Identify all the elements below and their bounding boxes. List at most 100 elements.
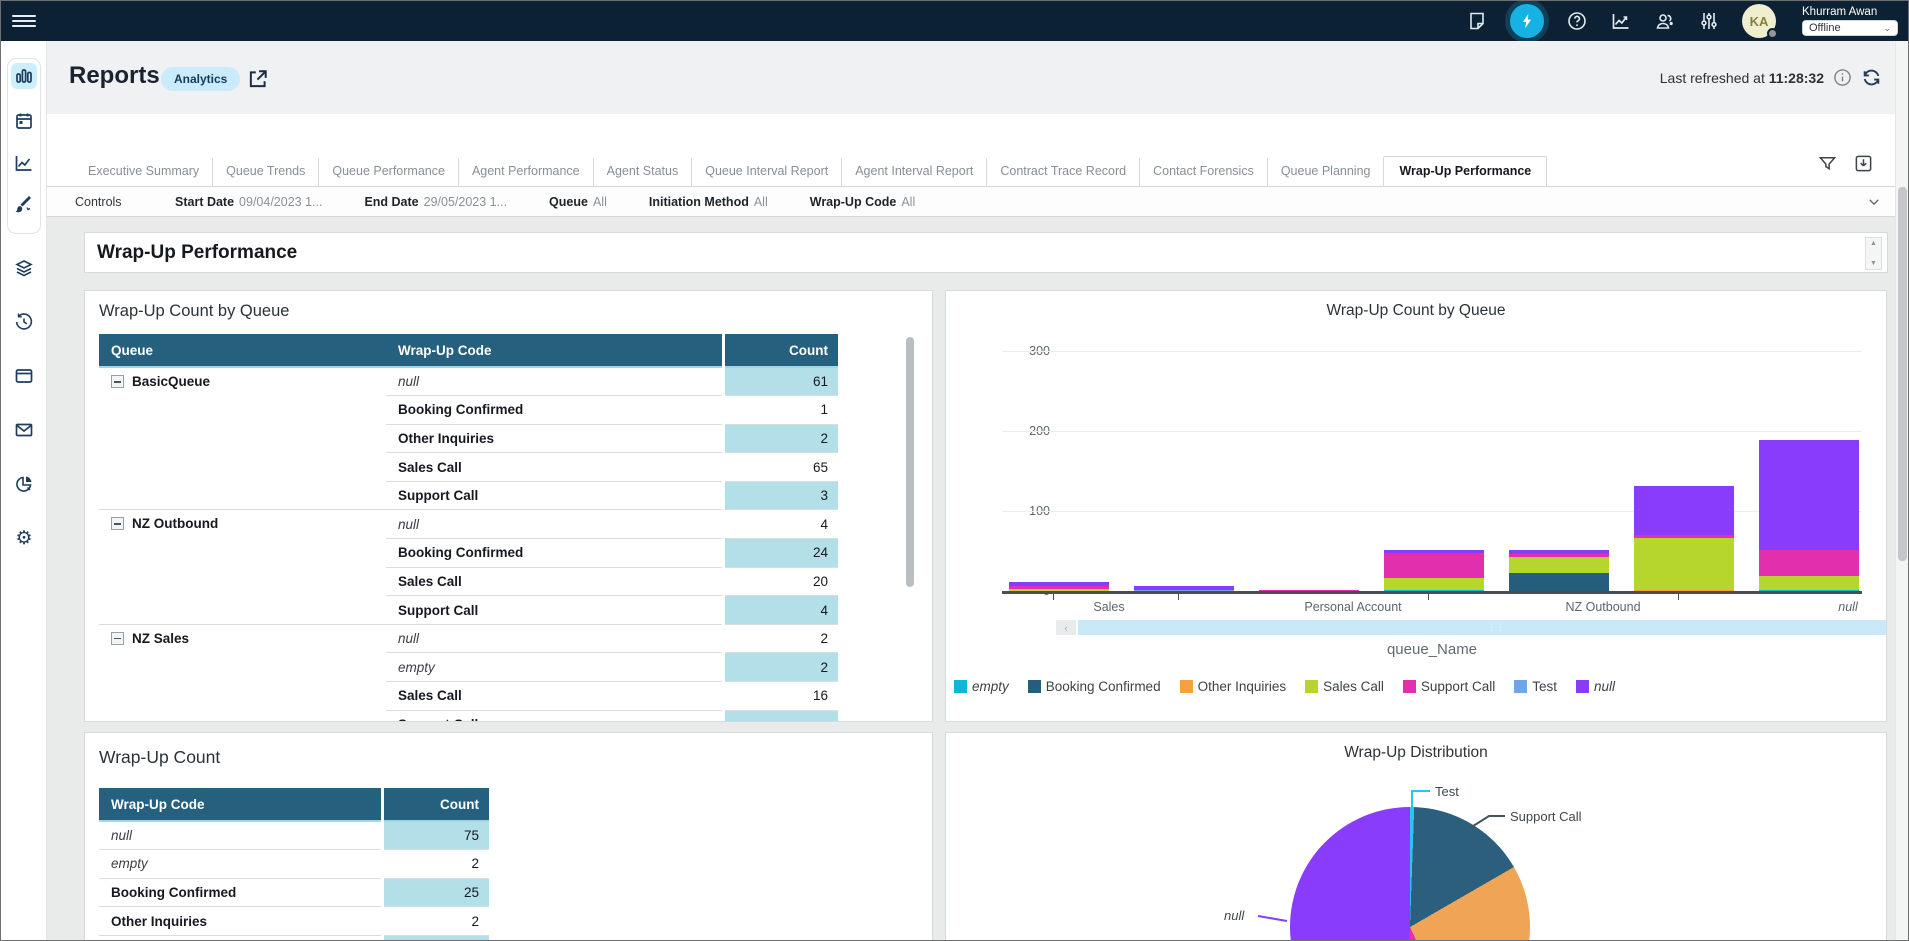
legend-item-support-call[interactable]: Support Call bbox=[1403, 679, 1495, 694]
sidebar-item-layers[interactable] bbox=[11, 255, 37, 281]
sidebar-item-line-chart[interactable] bbox=[11, 150, 37, 176]
column-header-wrapup-code[interactable]: Wrap-Up Code bbox=[386, 334, 723, 367]
count-cell: 61 bbox=[723, 367, 838, 396]
agents-icon[interactable] bbox=[1654, 10, 1676, 32]
table-row: BasicQueuenull61 bbox=[99, 367, 838, 396]
control-initiation-method[interactable]: Initiation MethodAll bbox=[649, 195, 768, 209]
x-axis-title: queue_Name bbox=[1387, 641, 1477, 658]
collapse-group-icon[interactable] bbox=[111, 517, 124, 530]
collapse-group-icon[interactable] bbox=[111, 632, 124, 645]
analytics-badge[interactable]: Analytics bbox=[161, 67, 240, 91]
column-header-queue[interactable]: Queue bbox=[99, 334, 386, 367]
tab-queue-planning[interactable]: Queue Planning bbox=[1267, 158, 1384, 187]
tab-queue-performance[interactable]: Queue Performance bbox=[318, 158, 458, 187]
legend-label: Support Call bbox=[1421, 679, 1495, 694]
sidebar-item-settings[interactable]: ⚙ bbox=[11, 525, 37, 551]
legend-item-empty[interactable]: empty bbox=[954, 679, 1009, 694]
wrapup-count-table: Wrap-Up Code Count null75empty2Booking C… bbox=[99, 788, 489, 941]
table-row: empty2 bbox=[99, 850, 489, 879]
controls-collapse-chevron-icon[interactable] bbox=[1867, 195, 1881, 209]
table-row: Sales Call106 bbox=[99, 935, 489, 941]
bar-queue-5[interactable] bbox=[1634, 486, 1734, 592]
tab-contact-forensics[interactable]: Contact Forensics bbox=[1139, 158, 1267, 187]
bar-segment-booking-confirmed[interactable] bbox=[1509, 573, 1609, 592]
settings-sliders-icon[interactable] bbox=[1698, 10, 1720, 32]
wrapup-code-cell: Support Call bbox=[386, 596, 723, 625]
control-end-date[interactable]: End Date29/05/2023 1... bbox=[364, 195, 507, 209]
x-axis-tick bbox=[1678, 594, 1679, 600]
pie-label-null: null bbox=[1224, 908, 1244, 923]
chart-scroll-left-button[interactable]: ‹ bbox=[1056, 620, 1076, 635]
control-start-date[interactable]: Start Date09/04/2023 1... bbox=[175, 195, 322, 209]
hamburger-menu-icon[interactable] bbox=[12, 12, 36, 30]
legend-item-booking-confirmed[interactable]: Booking Confirmed bbox=[1028, 679, 1161, 694]
legend-item-sales-call[interactable]: Sales Call bbox=[1305, 679, 1384, 694]
legend-item-test[interactable]: Test bbox=[1514, 679, 1557, 694]
table-row: Other Inquiries2 bbox=[99, 907, 489, 936]
bar-nz-outbound[interactable] bbox=[1509, 550, 1609, 592]
note-icon[interactable] bbox=[1466, 10, 1488, 32]
bar-null[interactable] bbox=[1759, 440, 1859, 592]
bar-queue-3[interactable] bbox=[1384, 550, 1484, 592]
control-value: 29/05/2023 1... bbox=[424, 195, 507, 209]
column-header-wrapup-code[interactable]: Wrap-Up Code bbox=[99, 788, 382, 821]
column-header-count[interactable]: Count bbox=[723, 334, 838, 367]
control-queue[interactable]: QueueAll bbox=[549, 195, 607, 209]
pie-label-test: Test bbox=[1435, 784, 1459, 799]
agent-status-dropdown[interactable]: Offline⌄ bbox=[1802, 20, 1898, 36]
wrapup-distribution-pie[interactable] bbox=[1290, 807, 1530, 941]
tab-wrap-up-performance[interactable]: Wrap-Up Performance bbox=[1383, 156, 1547, 189]
sidebar-item-reports[interactable] bbox=[11, 63, 37, 89]
sidebar-item-customize[interactable] bbox=[11, 192, 37, 218]
gear-icon: ⚙ bbox=[15, 529, 32, 548]
sidebar-item-mail[interactable] bbox=[11, 417, 37, 443]
tab-contract-trace-record[interactable]: Contract Trace Record bbox=[986, 158, 1139, 187]
info-icon[interactable] bbox=[1833, 68, 1852, 87]
tab-queue-trends[interactable]: Queue Trends bbox=[212, 158, 318, 187]
tab-executive-summary[interactable]: Executive Summary bbox=[75, 158, 212, 187]
sidebar-item-window[interactable] bbox=[11, 363, 37, 389]
refresh-icon[interactable] bbox=[1861, 67, 1882, 88]
metrics-icon[interactable] bbox=[1610, 10, 1632, 32]
quick-actions-bolt-icon[interactable] bbox=[1510, 4, 1544, 38]
bar-segment-support-call[interactable] bbox=[1384, 553, 1484, 578]
control-label: Wrap-Up Code bbox=[810, 195, 897, 209]
last-refreshed-label: Last refreshed at 11:28:32 bbox=[1660, 70, 1824, 86]
tab-agent-status[interactable]: Agent Status bbox=[593, 158, 692, 187]
bar-segment-sales-call[interactable] bbox=[1384, 578, 1484, 591]
tab-agent-interval-report[interactable]: Agent Interval Report bbox=[841, 158, 986, 187]
controls-label[interactable]: Controls bbox=[75, 195, 175, 209]
wrapup-count-by-queue-table: Queue Wrap-Up Code Count BasicQueuenull6… bbox=[99, 334, 838, 722]
bar-segment-null[interactable] bbox=[1634, 486, 1734, 535]
x-axis-tick bbox=[1428, 594, 1429, 600]
count-cell: 75 bbox=[382, 821, 489, 850]
bar-segment-sales-call[interactable] bbox=[1509, 557, 1609, 573]
column-header-count[interactable]: Count bbox=[382, 788, 489, 821]
help-icon[interactable] bbox=[1566, 10, 1588, 32]
bar-segment-support-call[interactable] bbox=[1759, 550, 1859, 576]
bar-segment-sales-call[interactable] bbox=[1634, 538, 1734, 590]
tab-queue-interval-report[interactable]: Queue Interval Report bbox=[691, 158, 841, 187]
legend-item-other-inquiries[interactable]: Other Inquiries bbox=[1180, 679, 1287, 694]
tab-agent-performance[interactable]: Agent Performance bbox=[458, 158, 593, 187]
count-cell: 4 bbox=[723, 510, 838, 539]
bar-segment-sales-call[interactable] bbox=[1759, 576, 1859, 590]
chart-scroll-track[interactable]: ⋮⋮ bbox=[1078, 620, 1887, 635]
open-external-icon[interactable] bbox=[247, 68, 269, 90]
collapse-group-icon[interactable] bbox=[111, 375, 124, 388]
sidebar-item-pie-chart[interactable] bbox=[11, 471, 37, 497]
download-icon[interactable] bbox=[1854, 154, 1873, 173]
sidebar-item-history[interactable] bbox=[11, 309, 37, 335]
sidebar-item-calendar[interactable] bbox=[11, 108, 37, 134]
legend-label: Test bbox=[1532, 679, 1557, 694]
top-navigation-bar: KA Khurram Awan Offline⌄ bbox=[1, 1, 1909, 41]
table-scrollbar-thumb[interactable] bbox=[906, 337, 914, 587]
table-row: Booking Confirmed25 bbox=[99, 878, 489, 907]
page-scrollbar bbox=[1895, 41, 1908, 941]
count-cell bbox=[723, 710, 838, 722]
sheet-scroll-stepper[interactable]: ▲▼ bbox=[1865, 237, 1882, 270]
bar-segment-null[interactable] bbox=[1759, 440, 1859, 550]
page-scrollbar-thumb[interactable] bbox=[1898, 187, 1907, 561]
control-wrap-up-code[interactable]: Wrap-Up CodeAll bbox=[810, 195, 915, 209]
legend-item-null[interactable]: null bbox=[1576, 679, 1615, 694]
